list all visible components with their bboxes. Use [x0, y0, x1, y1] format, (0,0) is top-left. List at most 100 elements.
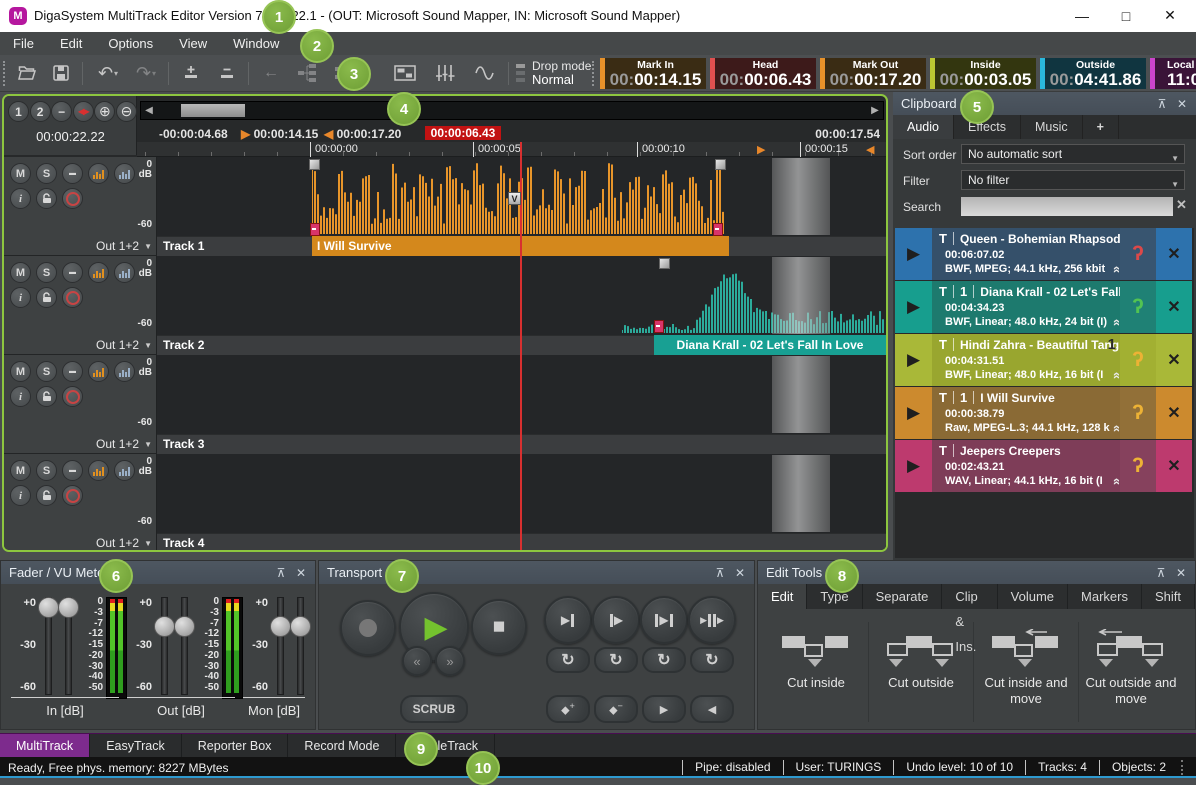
entry-info[interactable]: TJeepers Creepers00:02:43.21WAV, Linear;… [932, 440, 1120, 492]
track-solo-button[interactable]: S [36, 163, 57, 184]
maximize-button[interactable]: □ [1104, 0, 1148, 31]
sort-order-select[interactable]: No automatic sort▼ [961, 144, 1185, 164]
close-button[interactable]: ✕ [1148, 0, 1192, 31]
expand-icon[interactable]: » [1108, 425, 1120, 432]
track-meter-button[interactable] [88, 262, 109, 283]
close-icon[interactable]: ✕ [293, 565, 309, 581]
prelisten-ear-icon[interactable]: ʔ [1120, 334, 1156, 386]
prelisten-ear-icon[interactable]: ʔ [1120, 281, 1156, 333]
clipboard-entry[interactable]: ▶T1Diana Krall - 02 Let's Fall In Lo00:0… [895, 281, 1192, 333]
track-mute-button[interactable]: M [10, 361, 31, 382]
entry-info[interactable]: T1Diana Krall - 02 Let's Fall In Lo00:04… [932, 281, 1120, 333]
track-solo-button[interactable]: S [36, 361, 57, 382]
close-icon[interactable]: ✕ [1174, 96, 1190, 112]
entry-delete-icon[interactable]: ✕ [1156, 281, 1192, 333]
search-input[interactable] [961, 197, 1173, 216]
track-output-select[interactable]: Out 1+2▼ [34, 237, 152, 255]
play-between-marks-button[interactable]: ▶ [640, 596, 688, 644]
fader-slider[interactable] [39, 597, 56, 693]
menu-item-view[interactable]: View [166, 32, 220, 55]
track-mute-button[interactable]: M [10, 163, 31, 184]
pin-icon[interactable]: ⊼ [273, 565, 289, 581]
pin-icon[interactable]: ⊼ [712, 565, 728, 581]
track-record-button[interactable] [62, 188, 83, 209]
track-meter-button[interactable] [88, 361, 109, 382]
save-icon[interactable] [46, 59, 76, 87]
record-button[interactable] [340, 600, 396, 656]
entry-delete-icon[interactable]: ✕ [1156, 228, 1192, 280]
track-minimize-button[interactable]: ▬ [62, 361, 83, 382]
track-minimize-button[interactable]: ▬ [62, 262, 83, 283]
entry-info[interactable]: THindi Zahra - Beautiful Tang100:04:31.5… [932, 334, 1120, 386]
expand-icon[interactable]: » [1108, 478, 1120, 485]
fader-slider[interactable] [175, 597, 192, 693]
volume-marker[interactable]: V [508, 192, 521, 205]
fader-knob[interactable] [38, 597, 59, 618]
clipboard-tab-audio[interactable]: Audio [893, 115, 954, 139]
arrow-left-icon[interactable]: ← [256, 59, 286, 87]
fader-knob[interactable] [270, 616, 291, 637]
entry-play-button[interactable]: ▶ [895, 387, 932, 439]
tool-cut-outside-and-move[interactable]: Cut outside and move [1081, 619, 1181, 707]
scrub-forward-button[interactable]: » [435, 646, 465, 676]
loop-button-4[interactable]: ↻ [690, 647, 734, 673]
entry-play-button[interactable]: ▶ [895, 228, 932, 280]
clip-handle[interactable] [659, 258, 670, 269]
remove-track-icon[interactable] [212, 59, 242, 87]
edit-tools-tab-shift[interactable]: Shift [1142, 584, 1195, 609]
track-info-button[interactable]: i [10, 386, 31, 407]
fader-knob[interactable] [58, 597, 79, 618]
mode-tab-easytrack[interactable]: EasyTrack [90, 734, 182, 758]
clear-search-icon[interactable]: ✕ [1176, 197, 1187, 213]
track-info-button[interactable]: i [10, 188, 31, 209]
tool-cut-outside[interactable]: Cut outside [871, 619, 971, 691]
menu-item-window[interactable]: Window [220, 32, 292, 55]
track-record-button[interactable] [62, 485, 83, 506]
entry-play-button[interactable]: ▶ [895, 281, 932, 333]
lock-icon[interactable] [36, 188, 57, 209]
scrub-button[interactable]: SCRUB [400, 695, 468, 723]
entry-play-button[interactable]: ▶ [895, 334, 932, 386]
edit-tools-tab-separate[interactable]: Separate [863, 584, 943, 609]
track-minimize-button[interactable]: ▬ [62, 460, 83, 481]
step-backward-button[interactable]: ◀ [690, 695, 734, 723]
entry-delete-icon[interactable]: ✕ [1156, 440, 1192, 492]
tree-icon[interactable] [292, 59, 322, 87]
entry-delete-icon[interactable]: ✕ [1156, 334, 1192, 386]
loop-button-3[interactable]: ↻ [642, 647, 686, 673]
track-solo-button[interactable]: S [36, 262, 57, 283]
add-track-icon[interactable] [176, 59, 206, 87]
prelisten-ear-icon[interactable]: ʔ [1120, 440, 1156, 492]
clip-label[interactable]: Diana Krall - 02 Let's Fall In Love [654, 335, 886, 355]
resize-grip[interactable] [1181, 760, 1193, 775]
track-record-button[interactable] [62, 386, 83, 407]
play-to-mark-button[interactable]: ▶ [544, 596, 592, 644]
stop-button[interactable]: ■ [471, 599, 527, 655]
prelisten-ear-icon[interactable]: ʔ [1120, 387, 1156, 439]
track-record-button[interactable] [62, 287, 83, 308]
tool-cut-inside-and-move[interactable]: Cut inside and move [976, 619, 1076, 707]
loop-button-1[interactable]: ↻ [546, 647, 590, 673]
toolbar-grip[interactable] [3, 61, 8, 86]
mode-tab-multitrack[interactable]: MultiTrack [0, 734, 90, 758]
arrange-blocks-icon[interactable] [390, 59, 420, 87]
track-info-button[interactable]: i [10, 287, 31, 308]
track-mute-button[interactable]: M [10, 460, 31, 481]
fader-knob[interactable] [174, 616, 195, 637]
close-icon[interactable]: ✕ [1173, 565, 1189, 581]
entry-delete-icon[interactable]: ✕ [1156, 387, 1192, 439]
clipboard-tab-music[interactable]: Music [1021, 115, 1083, 139]
track-output-select[interactable]: Out 1+2▼ [34, 435, 152, 453]
close-icon[interactable]: ✕ [732, 565, 748, 581]
track-output-select[interactable]: Out 1+2▼ [34, 336, 152, 354]
menu-item-file[interactable]: File [0, 32, 47, 55]
expand-icon[interactable]: » [1108, 266, 1120, 273]
expand-icon[interactable]: » [1108, 319, 1120, 326]
mode-tab-reporter box[interactable]: Reporter Box [182, 734, 289, 758]
entry-info[interactable]: T1I Will Survive00:00:38.79Raw, MPEG-L.3… [932, 387, 1120, 439]
clipboard-entry[interactable]: ▶T1I Will Survive00:00:38.79Raw, MPEG-L.… [895, 387, 1192, 439]
pin-icon[interactable]: ⊼ [1153, 565, 1169, 581]
expand-icon[interactable]: » [1108, 372, 1120, 379]
remove-marker-button[interactable]: ◆− [594, 695, 638, 723]
track-info-button[interactable]: i [10, 485, 31, 506]
